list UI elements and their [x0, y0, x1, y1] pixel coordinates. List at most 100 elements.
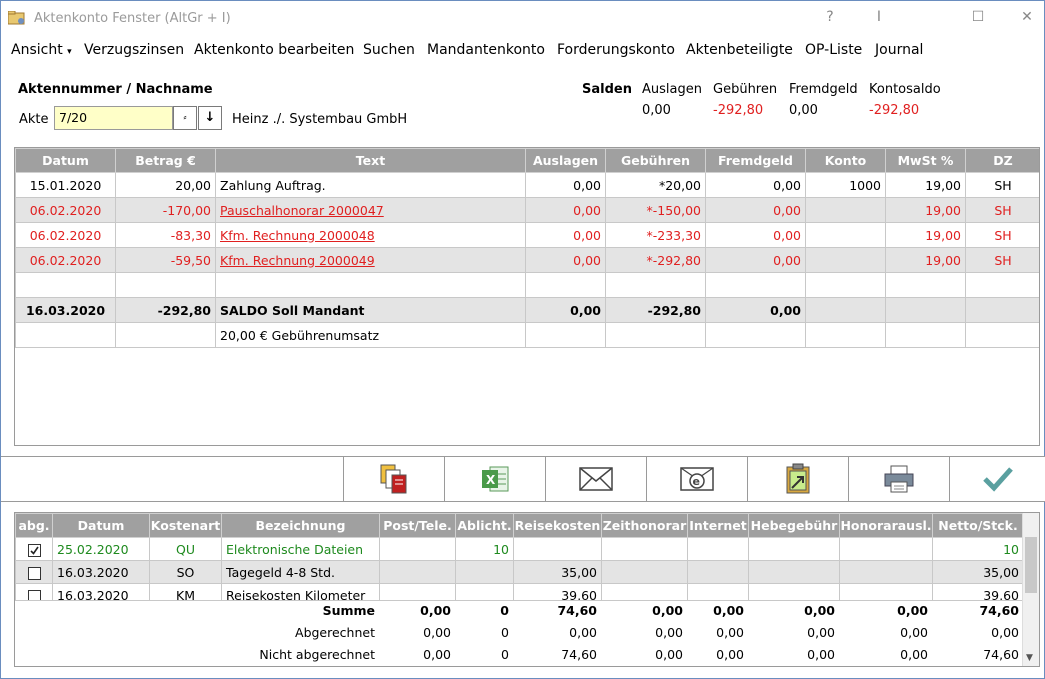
- costs-scrollbar[interactable]: ▲ ▼: [1022, 513, 1039, 666]
- costs-col-header[interactable]: Honorarausl.: [839, 513, 933, 538]
- costs-cell: [455, 560, 514, 584]
- mail-button[interactable]: [545, 457, 646, 501]
- costs-row[interactable]: 25.02.2020 QU Elektronische Dateien 10 10: [15, 537, 1023, 561]
- menu-suchen[interactable]: Suchen: [363, 42, 415, 58]
- costs-cell: 39,60: [513, 583, 602, 600]
- costs-col-header[interactable]: Netto/Stck.: [932, 513, 1023, 538]
- summary-value: 0,00: [897, 602, 928, 618]
- costs-cell: Elektronische Dateien: [221, 537, 380, 561]
- abgerechnet-checkbox[interactable]: [27, 543, 41, 557]
- abgerechnet-checkbox[interactable]: [27, 566, 41, 580]
- ledger-row[interactable]: 06.02.2020 -83,30 Kfm. Rechnung 2000048 0,0…: [15, 222, 1039, 248]
- invoice-link[interactable]: Kfm. Rechnung 2000049: [220, 253, 375, 268]
- costs-col-header[interactable]: Reisekosten: [513, 513, 602, 538]
- menu-forderungskonto[interactable]: Forderungskonto: [557, 42, 675, 58]
- costs-table: abg. Datum Kostenart Bezeichnung Post/Tele. A…: [15, 513, 1023, 600]
- print-button[interactable]: [848, 457, 949, 501]
- confirm-button[interactable]: [949, 457, 1045, 501]
- menu-journal[interactable]: Journal: [875, 42, 923, 58]
- costs-col-header[interactable]: Datum: [52, 513, 150, 538]
- costs-cell: [15, 583, 53, 600]
- ledger-col-header[interactable]: Auslagen: [525, 148, 606, 173]
- ledger-cell: 15.01.2020: [15, 172, 116, 198]
- menu-op-liste[interactable]: OP-Liste: [805, 42, 862, 58]
- invoice-link[interactable]: Kfm. Rechnung 2000048: [220, 228, 375, 243]
- summary-value: 0,00: [569, 624, 597, 640]
- ledger-cell: -83,30: [115, 222, 216, 248]
- clipboard-export-button[interactable]: [747, 457, 848, 501]
- maximize-button[interactable]: ☐: [968, 9, 988, 25]
- costs-col-header[interactable]: Internet: [687, 513, 749, 538]
- ledger-cell: 0,00: [525, 172, 606, 198]
- email-button[interactable]: e: [646, 457, 747, 501]
- svg-text:e: e: [693, 475, 700, 488]
- copy-documents-button[interactable]: [343, 457, 444, 501]
- ledger-cell: [15, 322, 116, 348]
- ledger-row[interactable]: 06.02.2020 -170,00 Pauschalhonorar 2000047…: [15, 197, 1039, 223]
- costs-col-header[interactable]: Hebegebühr: [748, 513, 840, 538]
- ledger-table: Datum Betrag € Text Auslagen Gebühren Fremdge…: [15, 148, 1039, 348]
- pin-button[interactable]: I: [869, 9, 889, 25]
- costs-cell: 25.02.2020: [52, 537, 150, 561]
- costs-cell: [379, 537, 456, 561]
- svg-text:X: X: [486, 473, 496, 487]
- ledger-grid[interactable]: Datum Betrag € Text Auslagen Gebühren Fremdge…: [14, 147, 1040, 446]
- ledger-col-header[interactable]: Konto: [805, 148, 886, 173]
- ledger-cell: 0,00: [525, 247, 606, 273]
- window-title: Aktenkonto Fenster (AltGr + I): [34, 11, 231, 26]
- summary-value: 0: [500, 602, 509, 618]
- costs-row[interactable]: 16.03.2020 KM Reisekosten Kilometer 39,60 39…: [15, 583, 1023, 600]
- menu-mandantenkonto[interactable]: Mandantenkonto: [427, 42, 545, 58]
- summary-value: 0,00: [716, 646, 744, 662]
- costs-row[interactable]: 16.03.2020 SO Tagegeld 4-8 Std. 35,00 35,00: [15, 560, 1023, 584]
- help-button[interactable]: ?: [820, 9, 840, 25]
- costs-col-header[interactable]: Bezeichnung: [221, 513, 380, 538]
- menu-aktenbeteiligte[interactable]: Aktenbeteiligte: [686, 42, 793, 58]
- costs-col-header[interactable]: abg.: [15, 513, 53, 538]
- akte-next-button[interactable]: ↓: [198, 106, 222, 130]
- ledger-row[interactable]: 20,00 € Gebührenumsatz: [15, 322, 1039, 348]
- ledger-cell: [805, 272, 886, 298]
- summary-value: 0,00: [900, 646, 928, 662]
- costs-col-header[interactable]: Zeithonorar: [601, 513, 688, 538]
- summary-value: 0,00: [655, 646, 683, 662]
- ledger-cell: Pauschalhonorar 2000047: [215, 197, 526, 223]
- ledger-cell: -170,00: [115, 197, 216, 223]
- ledger-cell: 20,00 € Gebührenumsatz: [215, 322, 526, 348]
- ledger-col-header[interactable]: Datum: [15, 148, 116, 173]
- salden-3-label: Kontosaldo: [869, 82, 941, 97]
- ledger-col-header[interactable]: Gebühren: [605, 148, 706, 173]
- akte-pin-button[interactable]: ⸗: [173, 106, 197, 130]
- akte-input[interactable]: 7/20: [54, 106, 173, 130]
- menu-ansicht[interactable]: Ansicht ▾: [11, 42, 72, 58]
- costs-col-header[interactable]: Ablicht.: [455, 513, 514, 538]
- ledger-row[interactable]: [15, 272, 1039, 298]
- ledger-cell: [705, 322, 806, 348]
- clipboard-export-icon: [786, 463, 810, 494]
- ledger-col-header[interactable]: Text: [215, 148, 526, 173]
- ledger-col-header[interactable]: DZ: [965, 148, 1039, 173]
- menu-verzugszinsen[interactable]: Verzugszinsen: [84, 42, 184, 58]
- ledger-col-header[interactable]: MwSt %: [885, 148, 966, 173]
- ledger-row[interactable]: 15.01.2020 20,00 Zahlung Auftrag. 0,00 *20,0…: [15, 172, 1039, 198]
- ledger-cell: -292,80: [605, 297, 706, 323]
- close-button[interactable]: ✕: [1017, 9, 1037, 25]
- costs-col-header[interactable]: Post/Tele.: [379, 513, 456, 538]
- menu-aktenkonto-bearbeiten[interactable]: Aktenkonto bearbeiten: [194, 42, 354, 58]
- costs-cell: [513, 537, 602, 561]
- ledger-col-header[interactable]: Betrag €: [115, 148, 216, 173]
- ledger-col-header[interactable]: Fremdgeld: [705, 148, 806, 173]
- menu-bar: Ansicht ▾ Verzugszinsen Aktenkonto bearb…: [1, 39, 1044, 63]
- scroll-down-icon[interactable]: ▼: [1026, 653, 1033, 663]
- ledger-row[interactable]: 06.02.2020 -59,50 Kfm. Rechnung 2000049 0,0…: [15, 247, 1039, 273]
- check-icon: [29, 546, 39, 555]
- excel-export-button[interactable]: X: [444, 457, 545, 501]
- ledger-cell: [965, 272, 1039, 298]
- costs-grid[interactable]: abg. Datum Kostenart Bezeichnung Post/Tele. A…: [14, 512, 1040, 667]
- invoice-link[interactable]: Pauschalhonorar 2000047: [220, 203, 384, 218]
- scroll-thumb[interactable]: [1025, 537, 1037, 593]
- ledger-row[interactable]: 16.03.2020 -292,80 SALDO Soll Mandant 0,00-…: [15, 297, 1039, 323]
- costs-col-header[interactable]: Kostenart: [149, 513, 222, 538]
- ledger-cell: 06.02.2020: [15, 247, 116, 273]
- summary-value: 0,00: [991, 624, 1019, 640]
